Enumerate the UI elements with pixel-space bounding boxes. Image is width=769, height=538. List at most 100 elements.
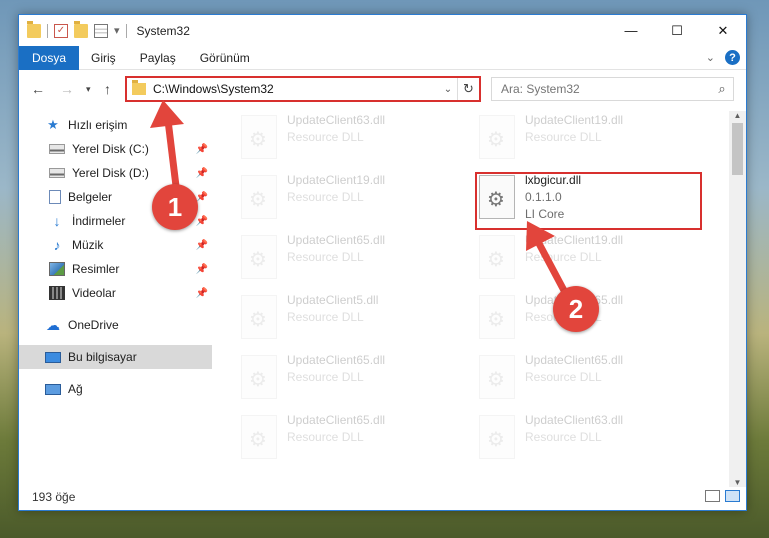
- file-name: UpdateClient5.dll: [287, 293, 379, 307]
- file-description: Resource DLL: [287, 430, 364, 444]
- scroll-up-arrow-icon[interactable]: ▲: [729, 111, 746, 120]
- dll-file-icon: [241, 355, 277, 399]
- new-folder-icon[interactable]: [74, 20, 88, 38]
- status-bar: 193 öğe: [19, 484, 746, 510]
- file-name: UpdateClient19.dll: [287, 173, 386, 187]
- step-marker-1: 1: [152, 184, 198, 230]
- cloud-icon: ☁: [46, 317, 60, 333]
- pin-icon[interactable]: 📌: [196, 168, 208, 179]
- pin-icon[interactable]: 📌: [196, 216, 208, 227]
- dll-file-icon: [479, 115, 515, 159]
- explorer-window: ✓ ▾ System32 — ☐ ✕ Dosya Giriş Paylaş Gö…: [18, 14, 747, 511]
- disk-icon: [49, 144, 65, 154]
- sidebar-item-network[interactable]: Ağ: [19, 377, 212, 401]
- sidebar-item-label: Bu bilgisayar: [68, 350, 137, 364]
- minimize-button[interactable]: —: [608, 15, 654, 46]
- file-item[interactable]: UpdateClient5.dll Resource DLL: [223, 291, 451, 347]
- file-item[interactable]: UpdateClient65.dll Resource DLL: [223, 351, 451, 407]
- file-name: UpdateClient65.dll: [287, 413, 386, 427]
- sidebar-item-onedrive[interactable]: ☁ OneDrive: [19, 313, 212, 337]
- folder-icon: [27, 20, 41, 38]
- pin-icon[interactable]: 📌: [196, 240, 208, 251]
- details-view-icon[interactable]: [705, 490, 720, 502]
- dll-file-icon: [479, 235, 515, 279]
- properties-check-icon[interactable]: ✓: [54, 23, 68, 38]
- file-item[interactable]: UpdateClient65.dll Resource DLL: [223, 231, 451, 287]
- tab-view[interactable]: Görünüm: [188, 46, 262, 70]
- close-button[interactable]: ✕: [700, 15, 746, 46]
- tab-file[interactable]: Dosya: [19, 45, 80, 70]
- network-icon: [45, 383, 61, 395]
- refresh-icon[interactable]: ↻: [457, 78, 479, 100]
- tab-home[interactable]: Giriş: [79, 46, 128, 70]
- dll-file-icon: [479, 355, 515, 399]
- file-name: UpdateClient63.dll: [525, 413, 624, 427]
- dll-file-icon: [241, 115, 277, 159]
- customize-toolbar-chevron-icon[interactable]: ▾: [114, 24, 120, 37]
- ribbon-right-controls: ⌄ ?: [706, 50, 740, 65]
- properties-icon[interactable]: [94, 23, 108, 38]
- file-name: UpdateClient19.dll: [525, 113, 624, 127]
- sidebar-item-label: OneDrive: [68, 318, 119, 332]
- sidebar-item-label: Yerel Disk (C:): [72, 142, 149, 156]
- up-arrow-icon[interactable]: ↑: [104, 81, 111, 97]
- disk-icon: [49, 168, 65, 178]
- file-list: UpdateClient63.dll Resource DLL UpdateCli…: [219, 111, 729, 483]
- help-icon[interactable]: ?: [725, 50, 740, 65]
- pin-icon[interactable]: 📌: [196, 264, 208, 275]
- recent-locations-chevron-icon[interactable]: ▾: [86, 84, 91, 95]
- scrollbar-thumb[interactable]: [732, 123, 743, 175]
- search-input[interactable]: [492, 82, 711, 96]
- address-history-chevron-icon[interactable]: ⌄: [439, 84, 457, 95]
- file-item[interactable]: UpdateClient65.dll Resource DLL: [223, 411, 451, 467]
- file-description: Resource DLL: [525, 130, 602, 144]
- sidebar-item-label: Belgeler: [68, 190, 113, 204]
- sidebar-item-videos[interactable]: Videolar 📌: [19, 281, 212, 305]
- file-item[interactable]: UpdateClient19.dll Resource DLL: [461, 231, 689, 287]
- sidebar-item-local-disk-d[interactable]: Yerel Disk (D:) 📌: [19, 161, 212, 185]
- sidebar-item-pictures[interactable]: Resimler 📌: [19, 257, 212, 281]
- sidebar-item-label: Hızlı erişim: [68, 118, 128, 132]
- forward-arrow-icon[interactable]: →: [60, 81, 74, 97]
- file-name: UpdateClient65.dll: [525, 353, 624, 367]
- pin-icon[interactable]: 📌: [196, 288, 208, 299]
- address-bar[interactable]: C:\Windows\System32 ⌄ ↻: [125, 76, 481, 102]
- dll-file-icon: [241, 235, 277, 279]
- highlight-frame: [475, 172, 702, 230]
- videos-icon: [49, 286, 65, 300]
- sidebar-item-label: İndirmeler: [72, 214, 126, 228]
- pin-icon[interactable]: 📌: [196, 144, 208, 155]
- file-item[interactable]: UpdateClient65.dll Resource DLL: [461, 351, 689, 407]
- file-item[interactable]: UpdateClient63.dll Resource DLL: [223, 111, 451, 167]
- music-icon: ♪: [53, 237, 61, 253]
- file-description: Resource DLL: [287, 370, 364, 384]
- file-item[interactable]: UpdateClient19.dll Resource DLL: [223, 171, 451, 227]
- file-item[interactable]: UpdateClient63.dll Resource DLL: [461, 411, 689, 467]
- address-path[interactable]: C:\Windows\System32: [153, 82, 439, 96]
- large-icons-view-icon[interactable]: [725, 490, 740, 502]
- ribbon-tabs: Dosya Giriş Paylaş Görünüm ⌄ ?: [19, 45, 746, 70]
- tab-share[interactable]: Paylaş: [128, 46, 188, 70]
- search-icon[interactable]: ⌕: [711, 81, 733, 97]
- expand-ribbon-chevron-icon[interactable]: ⌄: [706, 51, 715, 64]
- back-arrow-icon[interactable]: ←: [31, 81, 45, 97]
- pictures-icon: [49, 262, 65, 276]
- search-box[interactable]: ⌕: [491, 77, 734, 101]
- sidebar-item-this-pc[interactable]: Bu bilgisayar: [19, 345, 212, 369]
- view-switcher: [705, 490, 740, 502]
- sidebar-item-quick-access[interactable]: ★ Hızlı erişim: [19, 113, 212, 137]
- sidebar-item-local-disk-c[interactable]: Yerel Disk (C:) 📌: [19, 137, 212, 161]
- dll-file-icon: [241, 175, 277, 219]
- maximize-button[interactable]: ☐: [654, 15, 700, 46]
- folder-icon: [132, 80, 146, 95]
- sidebar-item-label: Yerel Disk (D:): [72, 166, 149, 180]
- navigation-bar: ← → ▾ ↑ C:\Windows\System32 ⌄ ↻ ⌕: [19, 73, 746, 105]
- file-item[interactable]: UpdateClient19.dll Resource DLL: [461, 111, 689, 167]
- vertical-scrollbar[interactable]: ▲ ▼: [729, 111, 746, 487]
- dll-file-icon: [479, 415, 515, 459]
- sidebar-item-music[interactable]: ♪ Müzik 📌: [19, 233, 212, 257]
- file-name: UpdateClient63.dll: [287, 113, 386, 127]
- star-icon: ★: [47, 117, 59, 132]
- file-name: UpdateClient65.dll: [287, 233, 386, 247]
- sidebar-item-label: Videolar: [72, 286, 116, 300]
